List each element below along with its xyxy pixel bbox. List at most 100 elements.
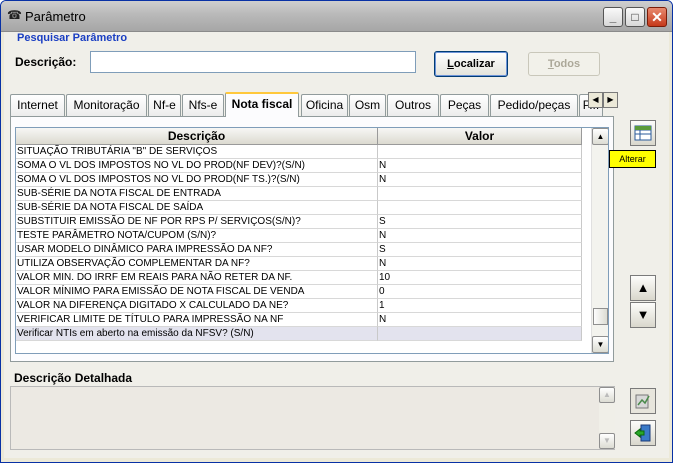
cell-valor: S <box>378 243 582 257</box>
arrow-up-icon: ▲ <box>636 280 650 295</box>
tab-scroll-left[interactable]: ◀ <box>588 92 603 108</box>
maximize-button[interactable]: □ <box>625 7 645 27</box>
cell-valor: N <box>378 173 582 187</box>
report-icon <box>635 394 650 409</box>
table-row[interactable]: VALOR MÍNIMO PARA EMISSÃO DE NOTA FISCAL… <box>16 285 586 299</box>
cell-descricao: SITUAÇÃO TRIBUTÁRIA "B" DE SERVIÇOS <box>16 145 378 159</box>
maximize-icon: □ <box>631 10 639 24</box>
close-button[interactable]: ✕ <box>647 7 667 27</box>
table-row[interactable]: TESTE PARÂMETRO NOTA/CUPOM (S/N)? N <box>16 229 586 243</box>
detail-label: Descrição Detalhada <box>14 371 133 385</box>
parameter-grid: Descrição Valor SITUAÇÃO TRIBUTÁRIA "B" … <box>15 127 609 354</box>
arrow-down-icon: ▼ <box>636 307 650 322</box>
minimize-icon: _ <box>609 10 617 24</box>
cell-descricao: VALOR MÍNIMO PARA EMISSÃO DE NOTA FISCAL… <box>16 285 378 299</box>
table-row[interactable]: SUB-SÉRIE DA NOTA FISCAL DE ENTRADA <box>16 187 586 201</box>
tab-outros[interactable]: Outros <box>387 94 439 116</box>
cell-valor: 0 <box>378 285 582 299</box>
tab-nfe[interactable]: Nf-e <box>148 94 181 116</box>
move-down-button[interactable]: ▼ <box>630 302 656 328</box>
window-title: Parâmetro <box>25 9 86 24</box>
tab-internet[interactable]: Internet <box>10 94 65 116</box>
cell-valor <box>378 201 582 215</box>
localizar-button[interactable]: Localizar <box>434 51 508 77</box>
minimize-button[interactable]: _ <box>603 7 623 27</box>
cell-descricao: SUBSTITUIR EMISSÃO DE NF POR RPS P/ SERV… <box>16 215 378 229</box>
cell-valor: 10 <box>378 271 582 285</box>
detail-scroll-down[interactable]: ▼ <box>599 433 615 449</box>
cell-valor: N <box>378 313 582 327</box>
cell-valor: N <box>378 257 582 271</box>
tab-nfse[interactable]: Nfs-e <box>182 94 224 116</box>
cell-descricao: VALOR NA DIFERENÇA DIGITADO X CALCULADO … <box>16 299 378 313</box>
parametro-window: ☎ Parâmetro _ □ ✕ Pesquisar Parâmetro De… <box>0 0 673 463</box>
chevron-down-icon: ▼ <box>603 436 611 445</box>
scroll-down-button[interactable]: ▼ <box>592 336 608 353</box>
cell-descricao: TESTE PARÂMETRO NOTA/CUPOM (S/N)? <box>16 229 378 243</box>
cell-descricao: SOMA O VL DOS IMPOSTOS NO VL DO PROD(NF … <box>16 159 378 173</box>
cell-descricao: VALOR MIN. DO IRRF EM REAIS PARA NÃO RET… <box>16 271 378 285</box>
cell-descricao: SUB-SÉRIE DA NOTA FISCAL DE ENTRADA <box>16 187 378 201</box>
tab-pedido-pecas[interactable]: Pedido/peças <box>490 94 578 116</box>
table-row[interactable]: Verificar NTIs em aberto na emissão da N… <box>16 327 586 341</box>
table-row[interactable]: SOMA O VL DOS IMPOSTOS NO VL DO PROD(NF … <box>16 159 586 173</box>
alterar-tooltip: Alterar <box>609 150 656 168</box>
scroll-up-button[interactable]: ▲ <box>592 128 608 145</box>
tab-scroll-right[interactable]: ▶ <box>603 92 618 108</box>
cell-descricao: SUB-SÉRIE DA NOTA FISCAL DE SAÍDA <box>16 201 378 215</box>
table-row[interactable]: USAR MODELO DINÂMICO PARA IMPRESSÃO DA N… <box>16 243 586 257</box>
client-area: Pesquisar Parâmetro Descrição: Localizar… <box>4 32 669 458</box>
table-row[interactable]: UTILIZA OBSERVAÇÃO COMPLEMENTAR DA NF? N <box>16 257 586 271</box>
grid-scrollbar[interactable]: ▲ ▼ <box>591 128 608 353</box>
todos-button[interactable]: Todos <box>528 52 600 76</box>
cell-descricao: Verificar NTIs em aberto na emissão da N… <box>16 327 378 341</box>
alterar-button[interactable] <box>630 120 656 146</box>
tab-monitoracao[interactable]: Monitoração <box>66 94 147 116</box>
detail-scrollbar[interactable]: ▲ ▼ <box>599 387 615 449</box>
phone-icon: ☎ <box>7 8 22 22</box>
column-header-descricao[interactable]: Descrição <box>16 128 378 145</box>
table-row[interactable]: SOMA O VL DOS IMPOSTOS NO VL DO PROD(NF … <box>16 173 586 187</box>
chevron-up-icon: ▲ <box>596 132 605 141</box>
close-icon: ✕ <box>651 9 663 25</box>
cell-valor <box>378 145 582 159</box>
tab-pecas[interactable]: Peças <box>440 94 489 116</box>
table-row[interactable]: SITUAÇÃO TRIBUTÁRIA "B" DE SERVIÇOS <box>16 145 586 159</box>
table-row[interactable]: VALOR NA DIFERENÇA DIGITADO X CALCULADO … <box>16 299 586 313</box>
cell-valor: N <box>378 159 582 173</box>
chevron-down-icon: ▼ <box>596 340 605 349</box>
column-header-valor[interactable]: Valor <box>378 128 582 145</box>
table-row[interactable]: VALOR MIN. DO IRRF EM REAIS PARA NÃO RET… <box>16 271 586 285</box>
title-bar[interactable]: ☎ Parâmetro _ □ ✕ <box>1 1 672 32</box>
edit-table-icon <box>634 125 652 141</box>
cell-valor <box>378 187 582 201</box>
cell-valor: N <box>378 229 582 243</box>
exit-door-icon <box>634 424 651 442</box>
description-input[interactable] <box>90 51 416 73</box>
table-row[interactable]: SUBSTITUIR EMISSÃO DE NF POR RPS P/ SERV… <box>16 215 586 229</box>
move-up-button[interactable]: ▲ <box>630 275 656 301</box>
cell-valor <box>378 327 582 341</box>
tab-panel: Descrição Valor SITUAÇÃO TRIBUTÁRIA "B" … <box>10 116 614 362</box>
report-button[interactable] <box>630 388 656 414</box>
search-section-title: Pesquisar Parâmetro <box>17 32 128 44</box>
tab-oficina[interactable]: Oficina <box>301 94 348 116</box>
description-label: Descrição: <box>15 55 77 69</box>
exit-button[interactable] <box>630 420 656 446</box>
tab-nota-fiscal[interactable]: Nota fiscal <box>225 92 299 117</box>
detail-scroll-up[interactable]: ▲ <box>599 387 615 403</box>
chevron-up-icon: ▲ <box>603 390 611 399</box>
cell-descricao: SOMA O VL DOS IMPOSTOS NO VL DO PROD(NF … <box>16 173 378 187</box>
cell-valor: S <box>378 215 582 229</box>
tab-strip: Internet Monitoração Nf-e Nfs-e Nota fis… <box>10 92 620 117</box>
cell-descricao: USAR MODELO DINÂMICO PARA IMPRESSÃO DA N… <box>16 243 378 257</box>
detail-textarea[interactable]: ▲ ▼ <box>10 386 615 450</box>
grid-header: Descrição Valor <box>16 128 586 145</box>
cell-descricao: VERIFICAR LIMITE DE TÍTULO PARA IMPRESSÃ… <box>16 313 378 327</box>
table-row[interactable]: VERIFICAR LIMITE DE TÍTULO PARA IMPRESSÃ… <box>16 313 586 327</box>
tab-osm[interactable]: Osm <box>349 94 386 116</box>
chevron-left-icon: ◀ <box>592 95 599 104</box>
cell-descricao: UTILIZA OBSERVAÇÃO COMPLEMENTAR DA NF? <box>16 257 378 271</box>
scroll-thumb[interactable] <box>593 308 608 325</box>
table-row[interactable]: SUB-SÉRIE DA NOTA FISCAL DE SAÍDA <box>16 201 586 215</box>
